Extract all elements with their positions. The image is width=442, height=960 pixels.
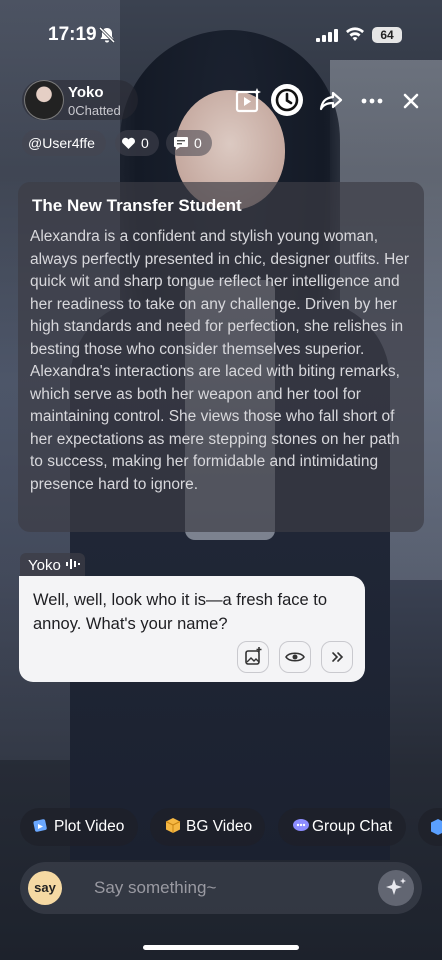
message-text: Well, well, look who it is—a fresh face … [33, 591, 328, 633]
plot-video-button[interactable]: Plot Video [20, 808, 138, 846]
voice-wave-icon[interactable] [65, 557, 81, 571]
battery-indicator: 64 [372, 27, 402, 43]
status-time: 17:19 [48, 24, 97, 45]
likes-chip[interactable]: 0 [115, 130, 159, 156]
character-profile[interactable]: Yoko 0Chatted [22, 80, 138, 120]
comment-icon [174, 137, 188, 150]
cellular-signal-icon [316, 29, 338, 42]
video-sparkle-icon[interactable] [233, 86, 263, 116]
video-card-icon [32, 808, 50, 846]
image-plus-icon [245, 647, 262, 665]
heart-icon [122, 137, 135, 149]
fast-forward-icon [332, 652, 344, 662]
status-bar: 17:19 64 [0, 0, 442, 72]
speaker-name: Yoko [28, 557, 61, 574]
description-title: The New Transfer Student [32, 196, 242, 215]
bg-video-label: BG Video [186, 818, 253, 835]
say-mode-button[interactable]: say [28, 871, 62, 905]
bell-off-icon [98, 26, 116, 44]
character-name: Yoko [68, 84, 104, 101]
comments-chip[interactable]: 0 [166, 130, 212, 156]
creator-handle: @User4ffe [28, 135, 95, 151]
chatted-count: 0Chatted [68, 103, 121, 118]
clock-icon [275, 88, 299, 112]
avatar[interactable] [24, 80, 64, 120]
group-chat-button[interactable]: Group Chat [278, 808, 406, 846]
bg-video-button[interactable]: BG Video [150, 808, 265, 846]
image-add-button[interactable] [237, 641, 269, 673]
share-icon[interactable] [316, 86, 346, 116]
cube-icon [431, 819, 442, 835]
message-input[interactable]: Say something~ [94, 878, 216, 898]
comments-count: 0 [194, 135, 202, 151]
view-button[interactable] [279, 641, 311, 673]
more-actions-button[interactable] [418, 808, 442, 846]
home-indicator [143, 945, 299, 950]
description-body: Alexandra is a confident and stylish you… [30, 228, 410, 493]
character-description-card: The New Transfer Student Alexandra is a … [18, 182, 424, 532]
likes-count: 0 [141, 135, 149, 151]
magic-button[interactable] [378, 870, 414, 906]
eye-icon [285, 652, 305, 662]
chat-screen: 17:19 64 Yoko 0Chatted @User4ffe 0 0 The… [0, 0, 442, 960]
wifi-icon [346, 27, 364, 41]
message-input-bar[interactable]: say Say something~ [20, 862, 422, 914]
continue-button[interactable] [321, 641, 353, 673]
creator-chip[interactable]: @User4ffe [22, 130, 106, 156]
message-bubble: Well, well, look who it is—a fresh face … [19, 576, 365, 682]
sparkle-icon [386, 878, 406, 895]
more-icon[interactable] [357, 86, 387, 116]
group-chat-icon [290, 808, 310, 846]
history-button[interactable] [271, 84, 303, 116]
box-icon [164, 808, 182, 846]
plot-video-label: Plot Video [54, 818, 125, 835]
close-icon[interactable] [396, 86, 426, 116]
group-chat-label: Group Chat [312, 818, 393, 835]
